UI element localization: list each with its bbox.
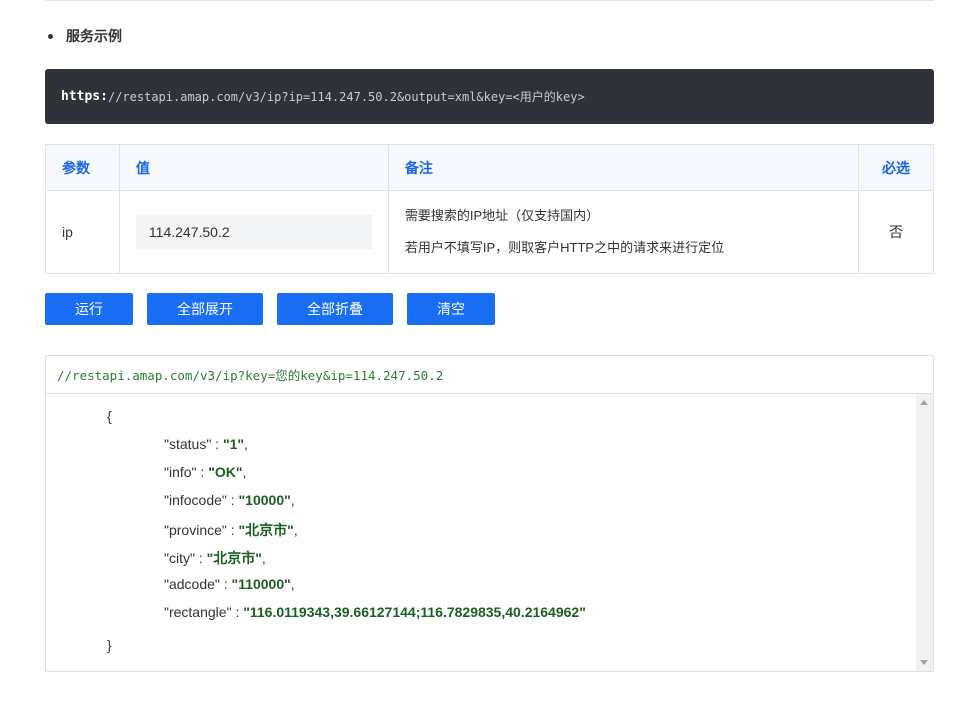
url-path: //restapi.amap.com/v3/ip?ip=114.247.50.2… bbox=[107, 90, 585, 104]
top-divider bbox=[45, 0, 934, 1]
json-open-brace[interactable]: { bbox=[107, 408, 112, 424]
json-value: "116.0119343,39.66127144;116.7829835,40.… bbox=[243, 604, 586, 620]
header-required: 必选 bbox=[858, 144, 934, 191]
json-key: "info" bbox=[164, 464, 197, 480]
note-line-1: 需要搜索的IP地址（仅支持国内） bbox=[404, 208, 600, 223]
json-field-province: "province" : "北京市", bbox=[164, 522, 298, 538]
json-field-status: "status" : "1", bbox=[164, 436, 248, 452]
json-field-rectangle: "rectangle" : "116.0119343,39.66127144;1… bbox=[164, 604, 586, 620]
scroll-up-arrow-icon[interactable] bbox=[920, 400, 928, 405]
scroll-down-arrow-icon[interactable] bbox=[920, 660, 928, 665]
header-value: 值 bbox=[118, 144, 389, 191]
json-key: "infocode" bbox=[164, 492, 227, 508]
json-value: "北京市" bbox=[206, 550, 262, 566]
note-line-2: 若用户不填写IP，则取客户HTTP之中的请求来进行定位 bbox=[404, 240, 725, 255]
json-field-info: "info" : "OK", bbox=[164, 464, 247, 480]
expand-all-button[interactable]: 全部展开 bbox=[147, 293, 263, 325]
json-value: "北京市" bbox=[238, 522, 294, 538]
action-buttons: 运行 全部展开 全部折叠 清空 bbox=[45, 293, 509, 325]
table-header-row: 参数 值 备注 必选 bbox=[45, 144, 934, 191]
json-value: "1" bbox=[222, 436, 245, 452]
params-table: 参数 值 备注 必选 ip 需要搜索的IP地址（仅支持国内） 若用户不填写IP，… bbox=[45, 144, 934, 274]
bullet-icon bbox=[48, 33, 53, 39]
json-field-infocode: "infocode" : "10000", bbox=[164, 492, 295, 508]
ip-input[interactable] bbox=[135, 215, 372, 249]
json-viewer[interactable]: { "status" : "1", "info" : "OK", "infoco… bbox=[46, 394, 933, 671]
clear-button[interactable]: 清空 bbox=[407, 293, 495, 325]
json-value: "110000" bbox=[231, 576, 291, 592]
json-field-adcode: "adcode" : "110000", bbox=[164, 576, 295, 592]
section-title: 服务示例 bbox=[66, 28, 122, 44]
header-param: 参数 bbox=[45, 144, 120, 191]
request-url-bar: https://restapi.amap.com/v3/ip?ip=114.24… bbox=[45, 69, 934, 124]
json-key: "adcode" bbox=[164, 576, 220, 592]
vertical-scrollbar[interactable] bbox=[916, 394, 933, 671]
json-field-city: "city" : "北京市", bbox=[164, 550, 266, 566]
json-value: "10000" bbox=[238, 492, 291, 508]
collapse-all-button[interactable]: 全部折叠 bbox=[277, 293, 393, 325]
run-button[interactable]: 运行 bbox=[45, 293, 133, 325]
json-value: "OK" bbox=[208, 464, 243, 480]
json-key: "status" bbox=[164, 436, 212, 452]
result-panel: //restapi.amap.com/v3/ip?key=您的key&ip=11… bbox=[45, 355, 934, 672]
param-value-cell bbox=[118, 190, 389, 274]
result-request-url: //restapi.amap.com/v3/ip?key=您的key&ip=11… bbox=[46, 356, 933, 394]
json-close-brace: } bbox=[107, 637, 112, 653]
param-note-cell: 需要搜索的IP地址（仅支持国内） 若用户不填写IP，则取客户HTTP之中的请求来… bbox=[387, 190, 860, 274]
param-name: ip bbox=[45, 190, 120, 274]
param-required: 否 bbox=[858, 190, 934, 274]
section-heading: 服务示例 bbox=[48, 26, 122, 46]
header-note: 备注 bbox=[387, 144, 860, 191]
json-key: "city" bbox=[164, 550, 195, 566]
json-key: "rectangle" bbox=[164, 604, 232, 620]
table-row: ip 需要搜索的IP地址（仅支持国内） 若用户不填写IP，则取客户HTTP之中的… bbox=[45, 190, 934, 274]
url-protocol: https: bbox=[61, 89, 108, 104]
json-key: "province" bbox=[164, 522, 227, 538]
